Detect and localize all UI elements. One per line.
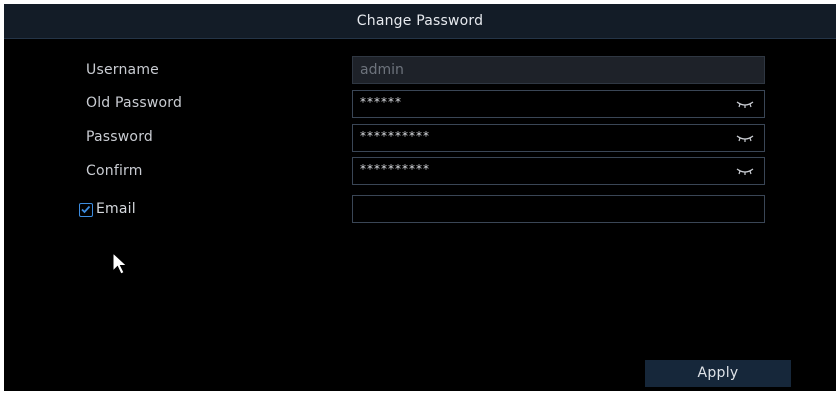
username-field: admin <box>352 56 765 84</box>
dialog-titlebar: Change Password <box>4 4 836 39</box>
old-password-field[interactable]: ****** <box>352 90 765 118</box>
eye-closed-icon[interactable] <box>736 166 754 176</box>
password-field[interactable]: ********** <box>352 124 765 152</box>
username-label: Username <box>86 62 159 78</box>
eye-closed-icon[interactable] <box>736 99 754 109</box>
apply-button[interactable]: Apply <box>645 360 791 387</box>
email-label: Email <box>96 201 136 217</box>
dialog-title: Change Password <box>356 13 484 29</box>
password-label: Password <box>86 129 153 145</box>
old-password-label: Old Password <box>86 95 183 111</box>
old-password-value: ****** <box>360 95 402 109</box>
email-input[interactable] <box>352 195 765 223</box>
confirm-value: ********** <box>360 162 430 176</box>
username-value: admin <box>360 62 404 78</box>
change-password-dialog: Change Password Username admin Old Passw… <box>4 4 836 391</box>
confirm-label: Confirm <box>86 163 143 179</box>
confirm-field[interactable]: ********** <box>352 157 765 185</box>
checkmark-icon <box>81 205 91 214</box>
password-value: ********** <box>360 129 430 143</box>
email-checkbox[interactable] <box>79 203 93 217</box>
eye-closed-icon[interactable] <box>736 133 754 143</box>
mouse-cursor-icon <box>112 252 128 275</box>
